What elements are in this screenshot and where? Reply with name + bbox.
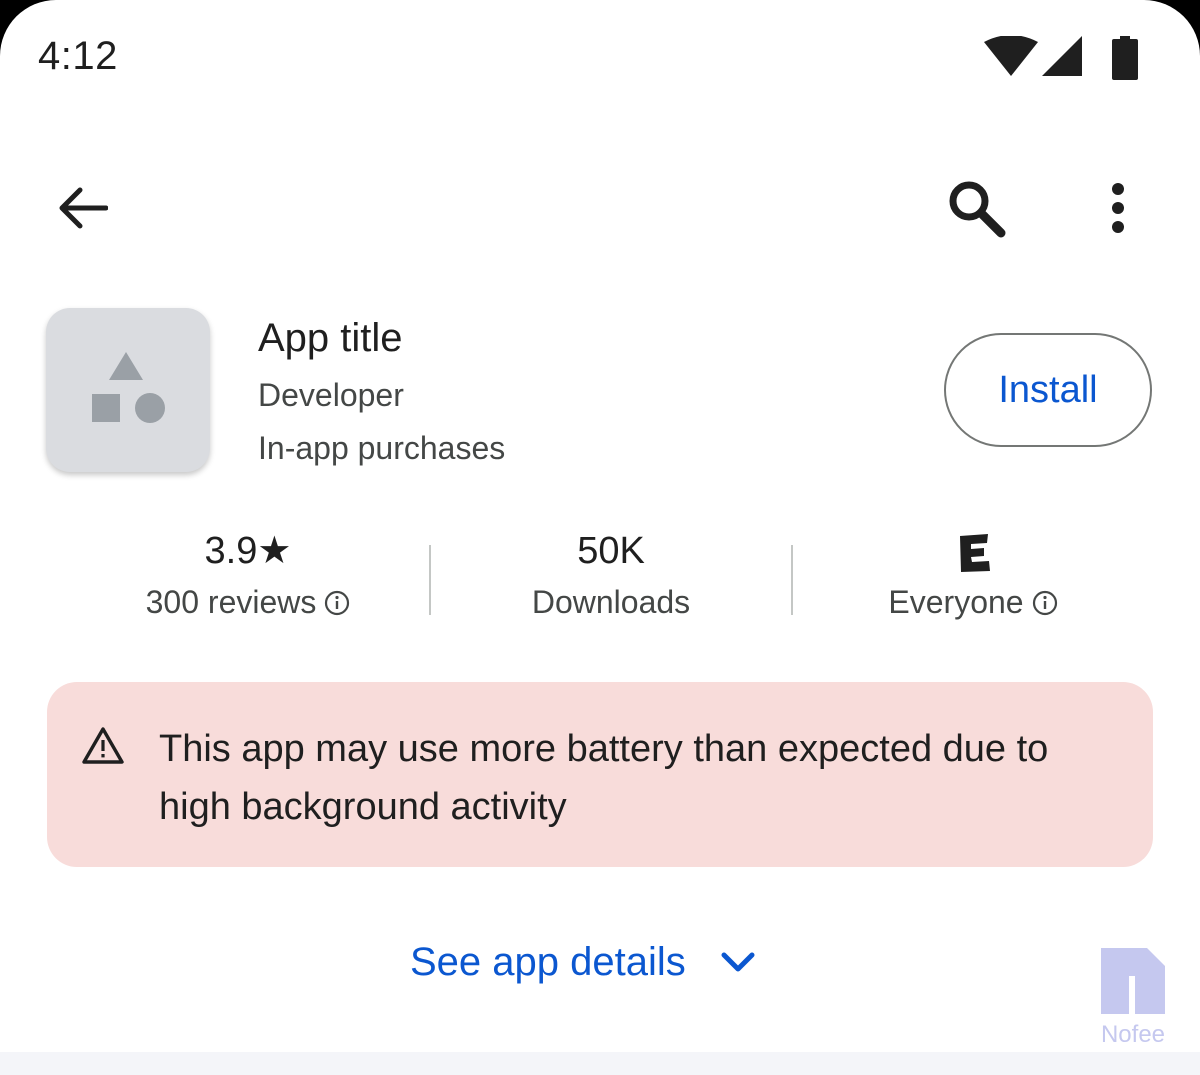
downloads-label: Downloads — [531, 584, 691, 620]
cellular-signal-icon — [1042, 36, 1082, 76]
more-vert-icon — [1112, 183, 1124, 233]
info-icon — [325, 590, 350, 616]
battery-warning-text: This app may use more battery than expec… — [159, 728, 1049, 828]
chevron-down-icon — [721, 952, 755, 972]
content-rating-label: Everyone — [888, 584, 1024, 620]
status-icons — [984, 36, 1144, 80]
reviews-count-row: 300 reviews — [110, 584, 386, 621]
rating-stat[interactable]: 3.9★ 300 reviews — [110, 528, 386, 621]
more-options-button[interactable] — [1086, 176, 1150, 240]
downloads-value: 50K — [577, 530, 645, 572]
search-button[interactable] — [944, 176, 1008, 240]
warning-triangle-icon — [82, 727, 124, 764]
see-app-details-link[interactable]: See app details — [410, 932, 756, 992]
reviews-count: 300 reviews — [145, 584, 317, 620]
info-icon — [1032, 590, 1057, 616]
battery-icon — [1112, 36, 1138, 80]
app-placeholder-shapes-icon — [92, 352, 165, 423]
content-rating-row: Everyone — [846, 584, 1100, 621]
app-title: App title — [258, 316, 403, 360]
battery-warning-card: This app may use more battery than expec… — [47, 682, 1153, 867]
watermark-text: Nofee — [1100, 1021, 1166, 1048]
content-rating-stat[interactable]: Everyone — [846, 528, 1100, 621]
back-button[interactable] — [50, 176, 114, 240]
esrb-e-icon — [960, 533, 990, 572]
nofee-logo-icon — [1101, 948, 1165, 1014]
developer-link[interactable]: Developer — [258, 377, 404, 414]
install-button[interactable]: Install — [944, 333, 1152, 447]
downloads-stat: 50K Downloads — [480, 528, 742, 621]
in-app-purchases-label: In-app purchases — [258, 430, 506, 466]
app-icon — [46, 308, 210, 472]
status-time: 4:12 — [38, 34, 118, 78]
content-rating-badge — [846, 528, 1100, 574]
watermark: Nofee — [1098, 948, 1168, 1049]
rating-value: 3.9★ — [204, 530, 292, 572]
see-app-details-label: See app details — [410, 939, 686, 984]
stats-divider — [429, 545, 431, 615]
stats-divider — [791, 545, 793, 615]
wifi-icon — [984, 36, 1038, 76]
bottom-strip — [0, 1052, 1200, 1075]
back-arrow-icon — [59, 187, 108, 229]
search-icon — [949, 181, 1006, 238]
app-detail-screen: 4:12 App title Developer In-app purchase… — [0, 0, 1200, 1075]
